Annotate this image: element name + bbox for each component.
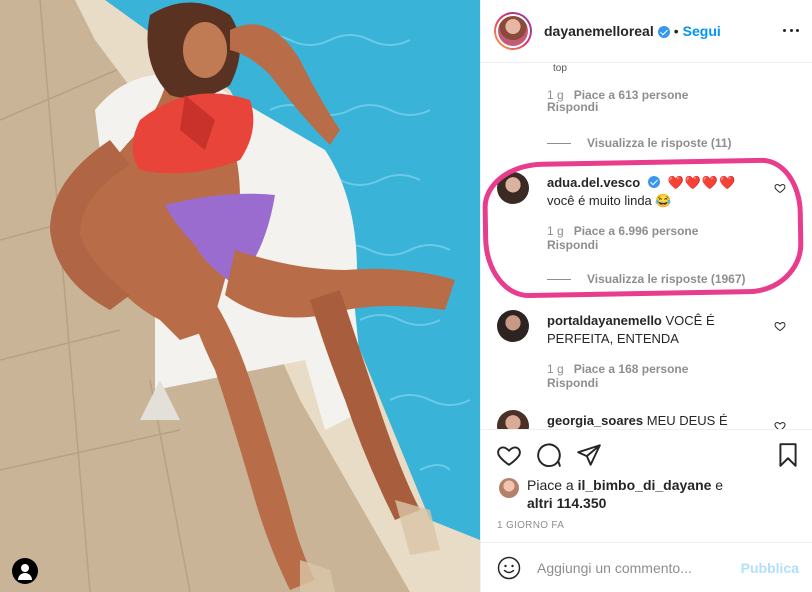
comment-avatar[interactable] [497,172,529,204]
comment-age: 1 g [547,224,564,238]
like-heart-icon[interactable] [774,420,786,429]
comment-text-partial: top [553,64,567,74]
comment-text: você é muito linda 😂 [547,193,672,208]
comment-composer: Pubblica [481,542,812,592]
liker-avatar[interactable] [499,478,519,498]
comment-meta: 1 g Piace a 6.996 persone [547,224,698,238]
comment-username[interactable]: adua.del.vesco [547,175,640,190]
comment-item: adua.del.vesco ❤️❤️❤️❤️ você é muito lin… [497,172,797,286]
user-tag-head [21,564,29,572]
view-replies-label: Visualizza le risposte (11) [587,136,732,150]
comment-item: georgia_soares MEU DEUS É [497,410,797,429]
view-replies-line [547,142,571,144]
comment-avatar[interactable] [497,310,529,342]
likes-others[interactable]: altri 114.350 [527,495,606,511]
header-separator: • [673,23,679,39]
view-replies-button[interactable]: Visualizza le risposte (11) [547,136,732,150]
comment-item: top 1 g Piace a 613 persone Rispondi Visu… [497,64,797,150]
publish-button[interactable]: Pubblica [741,560,799,576]
comment-body: portaldayanemello VOCÊ É PERFEITA, ENTEN… [547,312,775,348]
comment-meta: 1 g Piace a 168 persone [547,362,688,376]
comment-text: MEU DEUS É [646,413,728,428]
post-photo [0,0,480,592]
post-timestamp[interactable]: 1 GIORNO FA [497,520,564,531]
action-bar: Piace a il_bimbo_di_dayane e altri 114.3… [481,429,812,541]
owner-avatar[interactable] [494,12,532,50]
share-icon[interactable] [576,442,602,468]
emoji-icon[interactable] [497,556,521,580]
likes-and: e [711,477,724,493]
comment-username[interactable]: georgia_soares [547,413,643,428]
comment-input[interactable] [537,559,737,576]
user-tag-icon[interactable] [12,558,38,584]
comment-likes[interactable]: Piace a 168 persone [574,362,689,376]
reply-button[interactable]: Rispondi [547,376,598,390]
likes-text: Piace a il_bimbo_di_dayane e altri 114.3… [527,476,787,512]
more-icon[interactable] [783,22,799,38]
likes-prefix: Piace a [527,477,578,493]
like-heart-icon[interactable] [774,182,786,194]
comments-list[interactable]: top 1 g Piace a 613 persone Rispondi Visu… [481,64,812,429]
reply-button[interactable]: Rispondi [547,100,598,114]
verified-icon [647,176,660,188]
follow-button[interactable]: Segui [683,23,721,39]
comment-avatar[interactable] [497,410,529,429]
comment-likes[interactable]: Piace a 6.996 persone [574,224,699,238]
owner-avatar-frame [496,14,530,48]
bookmark-icon[interactable] [775,442,801,468]
comment-body: adua.del.vesco ❤️❤️❤️❤️ você é muito lin… [547,174,775,210]
owner-avatar-image [498,16,528,46]
liker-username[interactable]: il_bimbo_di_dayane [578,477,712,493]
heart-icon[interactable] [496,442,522,468]
comment-icon[interactable] [536,442,562,468]
view-replies-line [547,278,571,280]
comment-age: 1 g [547,362,564,376]
comment-body: georgia_soares MEU DEUS É [547,412,775,429]
post-panel: dayanemelloreal • Segui top 1 g Piace a 6… [480,0,812,592]
reply-button[interactable]: Rispondi [547,238,598,252]
comment-username[interactable]: portaldayanemello [547,313,662,328]
post-header: dayanemelloreal • Segui [481,0,812,63]
user-tag-body [18,573,32,580]
view-replies-label: Visualizza le risposte (1967) [587,272,746,286]
photo-illustration [0,0,480,592]
comment-hearts: ❤️❤️❤️❤️ [667,175,737,190]
verified-icon [657,26,670,38]
comment-item: portaldayanemello VOCÊ É PERFEITA, ENTEN… [497,310,797,390]
owner-username[interactable]: dayanemelloreal [544,23,654,39]
like-heart-icon[interactable] [774,320,786,332]
view-replies-button[interactable]: Visualizza le risposte (1967) [547,272,746,286]
